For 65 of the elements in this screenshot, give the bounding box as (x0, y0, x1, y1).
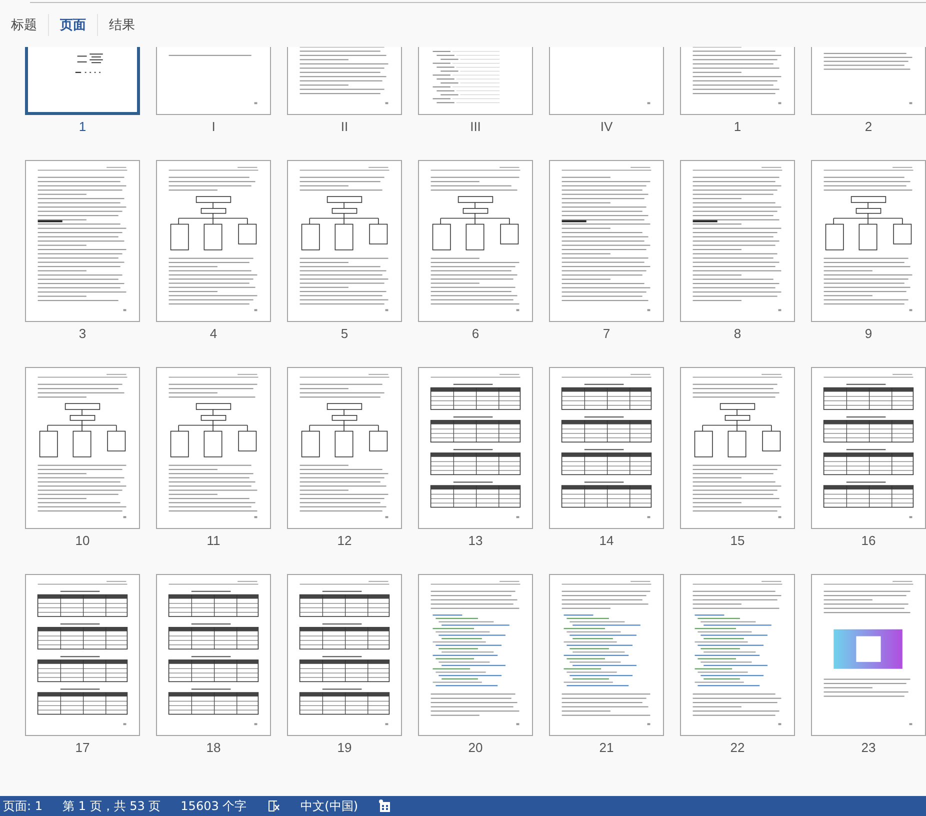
page-thumbnail[interactable] (549, 574, 664, 736)
page-thumbnail[interactable] (25, 160, 140, 322)
navigation-tab[interactable]: 结果 (102, 12, 142, 38)
page-number: 12 (337, 533, 352, 549)
page-number: 2 (864, 119, 872, 135)
page-thumbnail[interactable] (680, 574, 795, 736)
page-number: 1 (78, 119, 86, 135)
page-thumbnail[interactable] (287, 160, 402, 322)
page-thumbnail[interactable] (156, 47, 271, 115)
word-count[interactable]: 15603 个字 (180, 798, 247, 814)
page-number: 14 (599, 533, 614, 549)
navigation-tab[interactable]: 标题 (4, 12, 44, 38)
page-number: 21 (599, 740, 614, 756)
page-thumbnail[interactable] (680, 367, 795, 529)
page-number: 20 (468, 740, 483, 756)
page-number: 15 (730, 533, 745, 549)
page-number: 13 (468, 533, 483, 549)
page-thumbnail[interactable] (811, 160, 926, 322)
page-indicator[interactable]: 页面: 1 (3, 798, 42, 814)
page-thumbnail[interactable] (418, 367, 533, 529)
page-number: 8 (734, 326, 742, 342)
page-thumbnail[interactable] (811, 47, 926, 115)
page-number: 3 (78, 326, 86, 342)
page-thumbnail[interactable] (287, 47, 402, 115)
page-number: I (212, 119, 216, 135)
page-number: 7 (602, 326, 610, 342)
page-number: III (470, 119, 481, 135)
navigation-tab[interactable]: 页面 (53, 12, 93, 38)
page-thumbnail[interactable] (680, 160, 795, 322)
page-number: 16 (861, 533, 876, 549)
page-thumbnail[interactable] (418, 574, 533, 736)
page-thumbnail[interactable] (549, 160, 664, 322)
page-count[interactable]: 第 1 页，共 53 页 (62, 798, 161, 814)
page-number: II (340, 119, 348, 135)
page-number: 6 (472, 326, 480, 342)
page-number: 4 (210, 326, 218, 342)
page-thumbnail[interactable] (25, 574, 140, 736)
page-thumbnail[interactable] (25, 367, 140, 529)
page-thumbnail[interactable] (418, 47, 533, 115)
page-number: 18 (206, 740, 221, 756)
language-indicator[interactable]: 中文(中国) (300, 798, 358, 814)
page-thumbnail[interactable] (156, 367, 271, 529)
page-number: 22 (730, 740, 745, 756)
page-thumbnail[interactable] (287, 574, 402, 736)
page-thumbnail[interactable] (25, 47, 140, 115)
page-number: 5 (340, 326, 348, 342)
page-number: 17 (75, 740, 90, 756)
page-number: 9 (864, 326, 872, 342)
page-thumbnail[interactable] (287, 367, 402, 529)
page-thumbnail[interactable] (680, 47, 795, 115)
page-number: 1 (734, 119, 742, 135)
page-thumbnail[interactable] (418, 160, 533, 322)
page-number: 23 (861, 740, 876, 756)
page-thumbnail[interactable] (549, 367, 664, 529)
page-thumbnail[interactable] (811, 574, 926, 736)
page-number: 10 (75, 533, 90, 549)
proofing-icon[interactable] (266, 799, 281, 813)
page-number: 11 (206, 533, 220, 549)
page-thumbnail[interactable] (156, 574, 271, 736)
page-thumbnail[interactable] (156, 160, 271, 322)
macro-icon[interactable] (378, 799, 392, 813)
page-thumbnail[interactable] (811, 367, 926, 529)
page-thumbnail[interactable] (549, 47, 664, 115)
page-number: IV (600, 119, 613, 135)
page-number: 19 (337, 740, 352, 756)
